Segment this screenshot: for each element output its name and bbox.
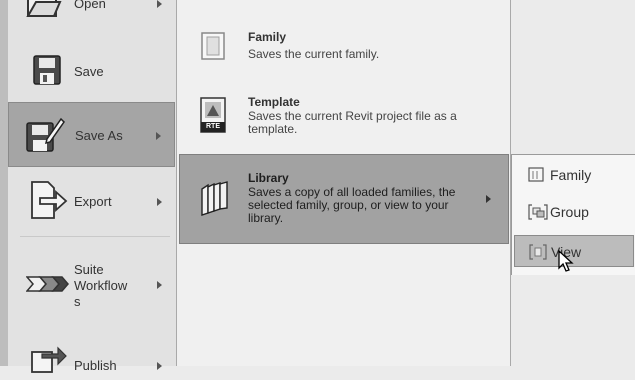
application-menu: Open Save Save As Export Suite Workflow … [0, 0, 177, 373]
save-as-template-title: Template [248, 95, 300, 109]
submenu-arrow-icon [486, 195, 491, 203]
publish-icon [28, 344, 68, 379]
menu-item-suite-workflows[interactable]: Suite Workflow s [8, 256, 175, 312]
save-as-library[interactable]: Library Saves a copy of all loaded famil… [179, 154, 509, 244]
save-as-family-desc: Saves the current family. [248, 47, 380, 61]
library-group-label: Group [550, 204, 589, 220]
save-as-library-desc: Saves a copy of all loaded families, the… [248, 185, 456, 225]
menu-label-export: Export [74, 194, 112, 209]
submenu-arrow-icon [157, 0, 162, 8]
save-as-submenu: Family Saves the current family. RTE Tem… [177, 0, 511, 366]
menu-label-open: Open [74, 0, 106, 11]
menu-separator [20, 236, 170, 237]
save-as-family-title: Family [248, 30, 287, 44]
save-as-family[interactable]: Family Saves the current family. [181, 22, 506, 78]
submenu-arrow-icon [156, 132, 161, 140]
library-family-label: Family [550, 167, 592, 183]
view-icon [529, 244, 547, 265]
library-books-icon [200, 181, 230, 222]
library-family[interactable]: Family [516, 161, 635, 189]
mouse-pointer-icon [558, 249, 576, 279]
menu-label-save-as: Save As [75, 128, 123, 143]
save-as-template-desc: Saves the current Revit project file as … [248, 109, 457, 136]
document-arrow-icon [30, 180, 68, 225]
floppy-pencil-icon [25, 115, 65, 160]
menu-label-save: Save [74, 64, 104, 79]
save-as-library-title: Library [248, 171, 289, 185]
template-badge: RTE [206, 123, 220, 130]
chevron-workflow-icon [25, 274, 70, 299]
menu-item-open[interactable]: Open [8, 0, 175, 26]
submenu-arrow-icon [157, 362, 162, 370]
submenu-arrow-icon [157, 198, 162, 206]
folder-open-icon [26, 0, 62, 27]
menu-label-suite-workflows: Suite Workflow s [74, 262, 128, 309]
library-group[interactable]: Group [516, 198, 635, 226]
menu-item-save-as[interactable]: Save As [8, 102, 175, 167]
group-icon [528, 204, 548, 225]
save-as-template[interactable]: RTE Template Saves the current Revit pro… [181, 88, 506, 150]
family-file-icon [199, 30, 229, 67]
menu-item-export[interactable]: Export [8, 176, 175, 224]
menu-edge [0, 0, 8, 366]
floppy-disk-icon [32, 54, 62, 91]
menu-item-save[interactable]: Save [8, 48, 175, 94]
family-file-icon [528, 167, 546, 188]
menu-item-publish[interactable]: Publish [8, 340, 175, 380]
template-file-icon: RTE [199, 96, 229, 139]
submenu-arrow-icon [157, 281, 162, 289]
menu-label-publish: Publish [74, 358, 117, 373]
